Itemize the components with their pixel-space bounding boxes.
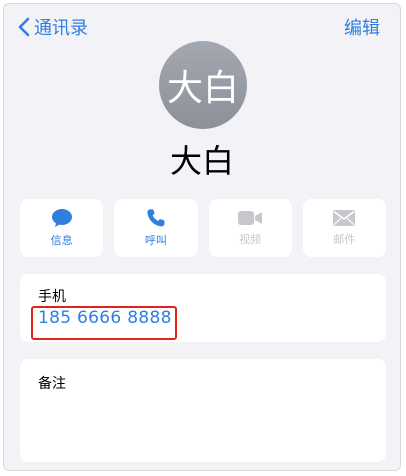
mail-button-label: 邮件 <box>333 233 356 246</box>
video-camera-icon <box>238 211 263 225</box>
phone-label: 手机 <box>38 289 66 305</box>
edit-button[interactable]: 编辑 <box>344 14 380 40</box>
call-button-label: 呼叫 <box>144 234 167 247</box>
phone-icon <box>147 209 165 227</box>
contact-detail-screen: 通讯录 编辑 大白 大白 信息 呼叫 视频 邮件 手机 185 6666 888… <box>3 3 401 471</box>
back-button-label: 通讯录 <box>34 18 88 39</box>
message-button[interactable]: 信息 <box>20 199 104 257</box>
avatar: 大白 <box>159 41 247 129</box>
mail-envelope-icon <box>333 210 356 226</box>
notes-card: 备注 <box>20 359 386 462</box>
notes-field[interactable] <box>38 397 368 452</box>
message-button-label: 信息 <box>50 234 73 247</box>
phone-number-highlight-box <box>31 306 177 340</box>
quick-actions: 信息 呼叫 视频 邮件 <box>20 199 386 257</box>
back-button[interactable]: 通讯录 <box>18 14 88 40</box>
video-button[interactable]: 视频 <box>208 199 292 257</box>
contact-name: 大白 <box>169 142 234 180</box>
call-button[interactable]: 呼叫 <box>114 199 198 257</box>
notes-label: 备注 <box>38 376 66 392</box>
avatar-text: 大白 <box>166 68 239 109</box>
chevron-left-icon <box>18 17 30 37</box>
video-button-label: 视频 <box>239 233 262 246</box>
mail-button[interactable]: 邮件 <box>302 199 386 257</box>
message-bubble-icon <box>51 209 72 227</box>
